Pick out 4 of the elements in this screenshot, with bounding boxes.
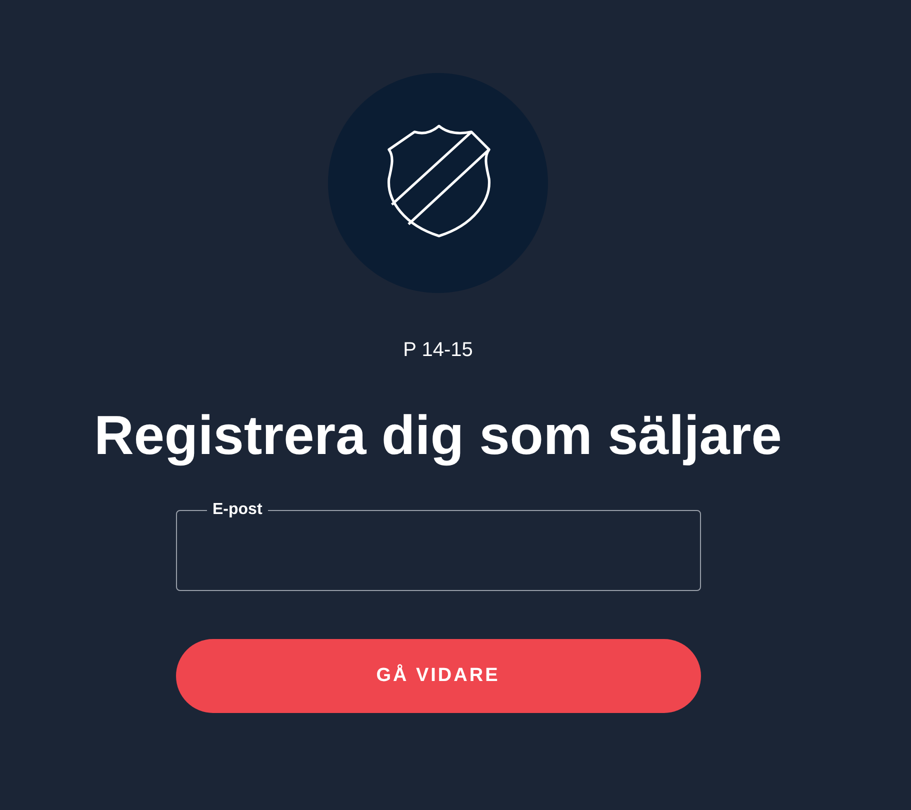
team-name: P 14-15 xyxy=(403,338,473,362)
continue-button[interactable]: GÅ VIDARE xyxy=(176,639,700,713)
email-field[interactable]: E-post xyxy=(176,501,700,591)
page-heading: Registrera dig som säljare xyxy=(94,403,782,467)
